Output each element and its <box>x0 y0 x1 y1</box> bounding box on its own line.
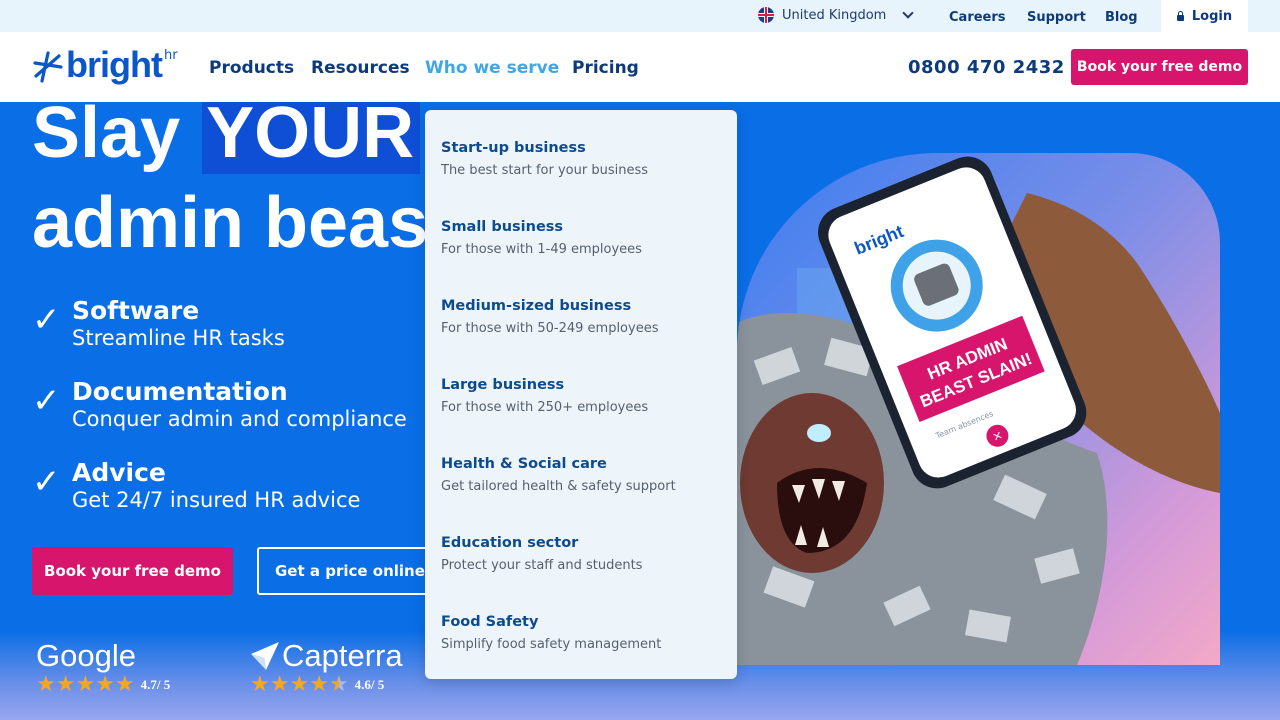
headline-word-slay: Slay <box>32 93 181 173</box>
check-icon: ✓ <box>32 381 61 421</box>
capterra-logo: Capterra <box>250 638 403 674</box>
uk-flag-icon <box>758 7 774 23</box>
dropdown-item-title: Large business <box>441 377 565 393</box>
logo-superscript: hr <box>163 48 178 63</box>
dropdown-item-desc: For those with 250+ employees <box>441 400 649 415</box>
logo-star-icon <box>33 51 63 83</box>
dropdown-item-desc: For those with 1-49 employees <box>441 242 642 257</box>
capterra-stars: ★ ★ ★ ★ ★ 4.6/ 5 <box>250 674 384 696</box>
logo-text: bright <box>66 44 163 85</box>
google-logo: Google <box>36 638 136 673</box>
dropdown-item-food-safety[interactable]: Food Safety Simplify food safety managem… <box>441 614 731 652</box>
star-icon: ★ <box>289 672 310 697</box>
dropdown-item-desc: Simplify food safety management <box>441 637 662 652</box>
blog-link[interactable]: Blog <box>1105 10 1138 25</box>
star-icon: ★ <box>55 672 76 697</box>
nav-pricing[interactable]: Pricing <box>572 58 639 78</box>
google-rating[interactable]: Google ★ ★ ★ ★ ★ 4.7/ 5 <box>36 638 170 696</box>
feature-subtitle: Conquer admin and compliance <box>72 407 407 431</box>
dropdown-item-large-business[interactable]: Large business For those with 250+ emplo… <box>441 377 731 415</box>
chevron-down-icon <box>902 7 915 19</box>
capterra-score: 4.6/ 5 <box>354 677 385 692</box>
dropdown-item-startup[interactable]: Start-up business The best start for you… <box>441 140 731 178</box>
who-we-serve-dropdown: Start-up business The best start for you… <box>425 110 737 679</box>
phone-number-link[interactable]: 0800 470 2432 <box>908 57 1065 78</box>
google-score: 4.7/ 5 <box>140 677 171 692</box>
dropdown-item-title: Health & Social care <box>441 456 607 472</box>
brighthr-logo[interactable]: bright hr <box>32 46 178 84</box>
capterra-arrow-icon <box>251 642 279 670</box>
headline-line-2: admin beas <box>32 183 429 263</box>
star-icon: ★ <box>95 672 115 697</box>
star-icon: ★ <box>36 672 56 697</box>
half-star-icon: ★ <box>328 672 349 697</box>
feature-subtitle: Streamline HR tasks <box>72 326 285 350</box>
hero-illustration: bright HR ADMIN BEAST SLAIN! Team absenc… <box>737 153 1220 665</box>
star-icon: ★ <box>309 672 329 697</box>
dropdown-item-title: Education sector <box>441 535 579 551</box>
support-link[interactable]: Support <box>1027 10 1086 25</box>
careers-link[interactable]: Careers <box>949 10 1006 25</box>
dropdown-item-title: Small business <box>441 219 564 235</box>
beast-and-phone-image: bright HR ADMIN BEAST SLAIN! Team absenc… <box>737 156 1220 665</box>
dropdown-item-title: Medium-sized business <box>441 298 632 314</box>
dropdown-item-small-business[interactable]: Small business For those with 1-49 emplo… <box>441 219 731 257</box>
check-icon: ✓ <box>32 462 61 502</box>
lock-icon <box>1176 10 1184 21</box>
book-demo-button-header[interactable]: Book your free demo <box>1071 49 1248 85</box>
feature-title: Documentation <box>72 377 288 406</box>
capterra-rating[interactable]: Capterra ★ ★ ★ ★ ★ 4.6/ 5 <box>250 638 403 696</box>
star-icon: ★ <box>114 672 135 697</box>
dropdown-item-health-social-care[interactable]: Health & Social care Get tailored health… <box>441 456 731 494</box>
dropdown-item-desc: Protect your staff and students <box>441 558 643 573</box>
utility-bar: United Kingdom Careers Support Blog Logi… <box>0 0 1280 32</box>
dropdown-item-medium-business[interactable]: Medium-sized business For those with 50-… <box>441 298 731 336</box>
dropdown-item-title: Start-up business <box>441 140 586 156</box>
nav-products[interactable]: Products <box>209 58 294 78</box>
dropdown-item-desc: Get tailored health & safety support <box>441 479 676 494</box>
get-price-button[interactable]: Get a price online <box>257 547 437 595</box>
headline-line-1: Slay YOUR <box>32 92 414 174</box>
star-icon: ★ <box>75 672 96 697</box>
country-selector[interactable]: United Kingdom <box>758 7 915 23</box>
feature-title: Software <box>72 296 200 325</box>
star-icon: ★ <box>269 672 290 697</box>
check-icon: ✓ <box>32 300 61 340</box>
feature-subtitle: Get 24/7 insured HR advice <box>72 488 361 512</box>
dropdown-item-desc: The best start for your business <box>441 163 649 178</box>
login-button[interactable]: Login <box>1161 0 1248 32</box>
dropdown-item-title: Food Safety <box>441 614 539 630</box>
feature-title: Advice <box>72 458 166 487</box>
country-label: United Kingdom <box>782 7 887 23</box>
nav-who-we-serve[interactable]: Who we serve <box>425 58 559 78</box>
google-stars: ★ ★ ★ ★ ★ 4.7/ 5 <box>36 674 170 696</box>
dropdown-item-desc: For those with 50-249 employees <box>441 321 659 336</box>
book-demo-button-hero[interactable]: Book your free demo <box>32 547 233 595</box>
dropdown-item-education[interactable]: Education sector Protect your staff and … <box>441 535 731 573</box>
login-label: Login <box>1191 8 1233 24</box>
star-icon: ★ <box>250 672 270 697</box>
headline-word-your: YOUR <box>206 93 415 173</box>
nav-resources[interactable]: Resources <box>311 58 410 78</box>
